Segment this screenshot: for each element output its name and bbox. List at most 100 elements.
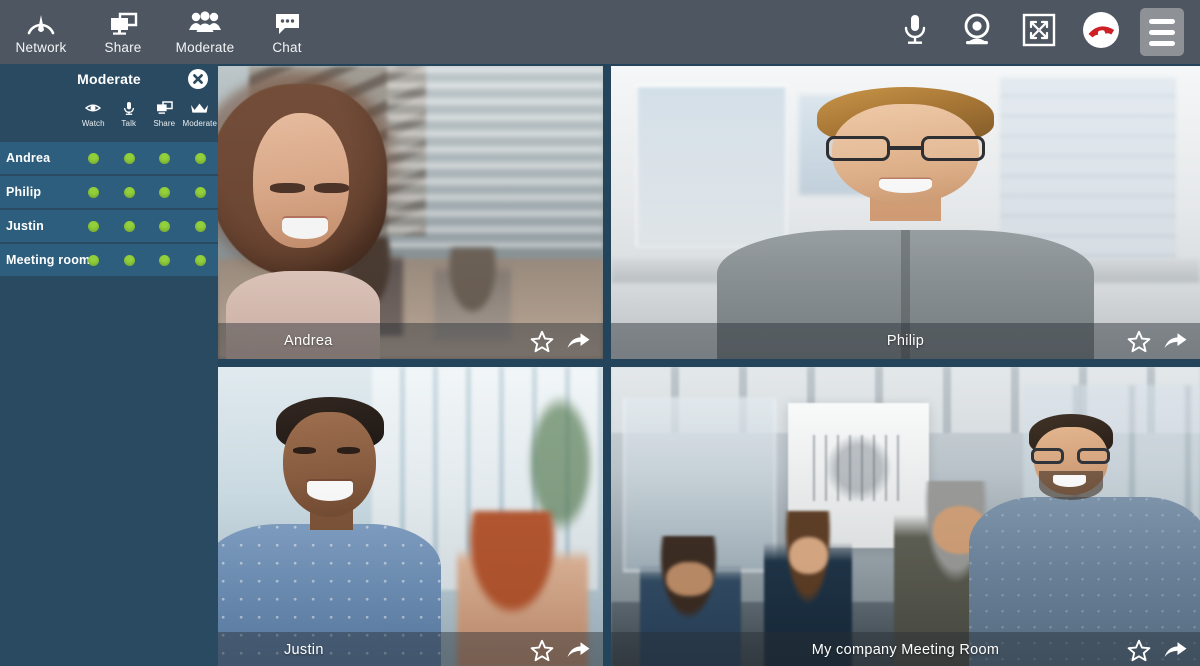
- network-gauge-icon: [26, 9, 56, 39]
- video-grid: Andrea Philip Justin My company Meeting …: [218, 64, 1200, 666]
- video-stream-andrea: [218, 66, 603, 359]
- participant-name: Justin: [6, 219, 45, 233]
- participant-permissions: [76, 254, 218, 266]
- column-header-watch-label: Watch: [81, 119, 105, 128]
- permission-toggle-moderate[interactable]: [183, 186, 217, 198]
- video-tile-namebar: Philip: [611, 323, 1200, 359]
- status-dot-on: [123, 220, 135, 232]
- permission-toggle-share[interactable]: [148, 220, 182, 232]
- video-tile-label: Philip: [886, 333, 925, 349]
- share-arrow-icon[interactable]: [1163, 331, 1188, 352]
- status-dot-on: [159, 152, 171, 164]
- toolbar-button-share[interactable]: Share: [82, 0, 164, 64]
- permission-toggle-watch[interactable]: [77, 186, 111, 198]
- participant-name: Andrea: [6, 151, 51, 165]
- participant-row-andrea[interactable]: Andrea: [0, 142, 218, 176]
- close-circle-icon[interactable]: [186, 67, 210, 91]
- share-arrow-icon[interactable]: [1163, 640, 1188, 661]
- status-dot-on: [194, 152, 206, 164]
- column-header-talk: Talk: [112, 100, 146, 128]
- video-tile-meeting-room[interactable]: My company Meeting Room: [611, 367, 1200, 666]
- toolbar-button-share-label: Share: [104, 40, 142, 55]
- column-header-share-label: Share: [153, 119, 176, 128]
- moderate-column-headers: Watch Talk Share Moderate: [0, 94, 218, 142]
- star-outline-icon[interactable]: [1127, 330, 1151, 353]
- video-tile-actions: [530, 639, 591, 662]
- status-dot-on: [194, 220, 206, 232]
- participant-row-philip[interactable]: Philip: [0, 176, 218, 210]
- share-arrow-icon[interactable]: [566, 640, 591, 661]
- column-header-talk-label: Talk: [121, 119, 137, 128]
- scene-sheen: [218, 367, 603, 666]
- toolbar-button-chat[interactable]: Chat: [246, 0, 328, 64]
- permission-toggle-moderate[interactable]: [183, 152, 217, 164]
- status-dot-on: [123, 186, 135, 198]
- screen-share-icon: [108, 9, 138, 39]
- eye-icon: [85, 100, 102, 116]
- star-outline-icon[interactable]: [530, 330, 554, 353]
- video-stream-philip: [611, 66, 1200, 359]
- permission-toggle-talk[interactable]: [112, 186, 146, 198]
- column-header-group: Watch Talk Share Moderate: [76, 100, 218, 128]
- scene-sheen: [218, 66, 603, 359]
- permission-toggle-watch[interactable]: [77, 220, 111, 232]
- toolbar-button-network[interactable]: Network: [0, 0, 82, 64]
- video-tile-label: Andrea: [284, 333, 333, 349]
- participant-row-meeting-room[interactable]: Meeting room: [0, 244, 218, 278]
- permission-toggle-share[interactable]: [148, 186, 182, 198]
- toolbar-button-chat-label: Chat: [272, 40, 302, 55]
- scene-sheen: [611, 367, 1200, 666]
- video-tile-actions: [1127, 330, 1188, 353]
- hangup-phone-icon: [1080, 9, 1122, 56]
- status-dot-on: [88, 186, 100, 198]
- share-arrow-icon[interactable]: [566, 331, 591, 352]
- participant-permissions: [76, 220, 218, 232]
- permission-toggle-talk[interactable]: [112, 152, 146, 164]
- permission-toggle-talk[interactable]: [112, 220, 146, 232]
- microphone-icon: [901, 12, 929, 53]
- toolbar-button-moderate-label: Moderate: [175, 40, 235, 55]
- hangup-button[interactable]: [1078, 9, 1124, 55]
- participant-name: Philip: [6, 185, 42, 199]
- hamburger-bar: [1149, 29, 1175, 35]
- top-toolbar: Network Share Moderate Chat: [0, 0, 1200, 64]
- video-tile-actions: [1127, 639, 1188, 662]
- status-dot-on: [123, 152, 135, 164]
- star-outline-icon[interactable]: [1127, 639, 1151, 662]
- participant-row-justin[interactable]: Justin: [0, 210, 218, 244]
- permission-toggle-share[interactable]: [148, 152, 182, 164]
- permission-toggle-talk[interactable]: [112, 254, 146, 266]
- webcam-icon: [960, 12, 994, 53]
- video-tile-namebar: My company Meeting Room: [611, 632, 1200, 666]
- webcam-button[interactable]: [954, 9, 1000, 55]
- video-tile-philip[interactable]: Philip: [611, 66, 1200, 359]
- column-header-watch: Watch: [76, 100, 110, 128]
- permission-toggle-moderate[interactable]: [183, 254, 217, 266]
- toolbar-button-moderate[interactable]: Moderate: [164, 0, 246, 64]
- permission-toggle-watch[interactable]: [77, 254, 111, 266]
- column-header-moderate-label: Moderate: [182, 119, 218, 128]
- video-tile-andrea[interactable]: Andrea: [218, 66, 603, 359]
- video-tile-label: Justin: [284, 642, 324, 658]
- microphone-icon: [123, 100, 135, 116]
- participant-list: Andrea Philip Justin Meeting room: [0, 142, 218, 278]
- moderate-panel-header: Moderate: [0, 64, 218, 94]
- permission-toggle-moderate[interactable]: [183, 220, 217, 232]
- permission-toggle-watch[interactable]: [77, 152, 111, 164]
- hamburger-bar: [1149, 18, 1175, 24]
- participant-permissions: [76, 186, 218, 198]
- star-outline-icon[interactable]: [530, 639, 554, 662]
- fullscreen-button[interactable]: [1016, 9, 1062, 55]
- status-dot-on: [88, 152, 100, 164]
- video-tile-justin[interactable]: Justin: [218, 367, 603, 666]
- screen-share-icon: [156, 100, 173, 116]
- hamburger-menu-icon[interactable]: [1140, 8, 1184, 56]
- toolbar-left-group: Network Share Moderate Chat: [0, 0, 328, 64]
- permission-toggle-share[interactable]: [148, 254, 182, 266]
- video-tile-label: My company Meeting Room: [811, 642, 1000, 658]
- microphone-button[interactable]: [892, 9, 938, 55]
- participant-permissions: [76, 152, 218, 164]
- status-dot-on: [194, 254, 206, 266]
- video-tile-namebar: Justin: [218, 632, 603, 666]
- status-dot-on: [194, 186, 206, 198]
